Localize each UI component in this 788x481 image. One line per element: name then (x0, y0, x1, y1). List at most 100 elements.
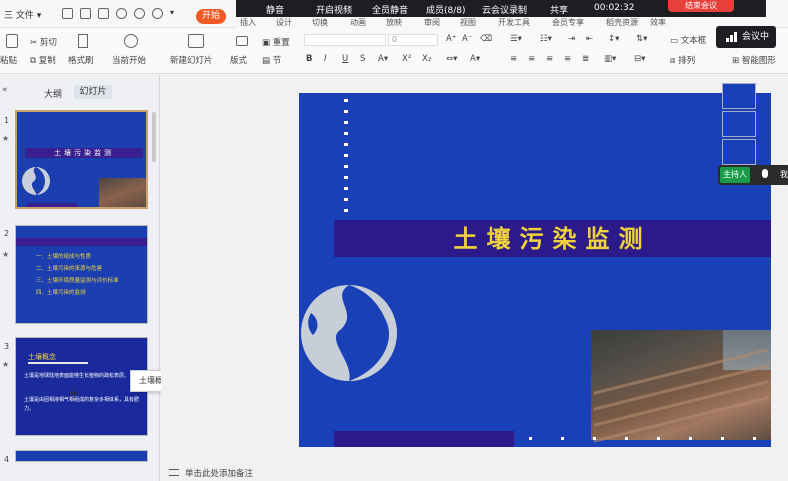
slide-thumbnail-2[interactable]: 一、土壤的组成与性质 二、土壤污染的来源与危害 三、土壤环境质量监测与评价标准 … (15, 225, 148, 324)
tab-slides[interactable]: 幻灯片 (74, 85, 112, 99)
tab-slideshow[interactable]: 放映 (386, 17, 402, 28)
collapse-panel-icon[interactable]: « (2, 85, 8, 95)
notes-placeholder[interactable]: 单击此处添加备注 (185, 467, 253, 479)
play-from-current-label[interactable]: 当前开始 (112, 54, 146, 66)
record-button[interactable]: 云会议录制 (482, 3, 527, 16)
reset-button[interactable]: ▣ 重置 (262, 36, 290, 48)
tab-insert[interactable]: 插入 (240, 17, 256, 28)
print-icon[interactable] (80, 8, 91, 19)
add-slide-icon[interactable]: + (68, 384, 81, 402)
thumb-line: 四、土壤污染的监测 (36, 290, 86, 296)
format-painter-label[interactable]: 格式刷 (68, 54, 94, 66)
tab-animation[interactable]: 动画 (350, 17, 366, 28)
underline-icon[interactable]: U (342, 54, 348, 64)
smart-shape-button[interactable]: ⊞ 智能图形 (732, 54, 776, 66)
tab-transition[interactable]: 切换 (312, 17, 328, 28)
align-left-icon[interactable]: ≡ (510, 54, 517, 64)
line-spacing-icon[interactable]: ↕▾ (608, 34, 619, 44)
align-center-icon[interactable]: ≡ (528, 54, 535, 64)
dotted-line (344, 99, 348, 217)
mute-button[interactable]: 静音 (266, 3, 284, 16)
superscript-icon[interactable]: X² (402, 54, 411, 64)
mute-all-button[interactable]: 全员静音 (372, 3, 408, 16)
save-icon[interactable] (62, 8, 73, 19)
italic-icon[interactable]: I (324, 54, 327, 64)
chevron-down-icon[interactable]: ▾ (170, 8, 181, 19)
distribute-icon[interactable]: ≣ (582, 54, 589, 64)
copy-button[interactable]: ⧉ 复制 (30, 54, 56, 66)
tab-docer[interactable]: 稻壳资源 (606, 17, 638, 28)
decrease-font-icon[interactable]: A⁻ (462, 34, 472, 44)
indent-icon[interactable]: ⇥ (568, 34, 575, 44)
thumb-rule (28, 362, 88, 364)
play-icon[interactable] (124, 34, 138, 48)
text-box-button[interactable]: ▭ 文本框 (670, 34, 706, 46)
start-tab[interactable]: 开始 (196, 9, 226, 24)
share-button[interactable]: 共享 (550, 3, 568, 16)
layout-icon[interactable] (236, 36, 248, 46)
font-color-icon[interactable]: A▾ (378, 54, 388, 64)
thumb-band (16, 238, 147, 246)
tab-developer[interactable]: 开发工具 (498, 17, 530, 28)
cut-button[interactable]: ✂ 剪切 (30, 36, 57, 48)
text-box-label: 文本框 (680, 36, 707, 46)
numbered-list-icon[interactable]: ☷▾ (540, 34, 552, 44)
slide-title[interactable]: 土壤污染监测 (334, 220, 771, 257)
char-spacing-icon[interactable]: ⇔▾ (446, 54, 457, 64)
increase-font-icon[interactable]: A⁺ (446, 34, 456, 44)
members-button[interactable]: 成员(8/8) (426, 3, 466, 16)
current-slide[interactable]: 土壤污染监测 (299, 93, 771, 447)
align-text-icon[interactable]: ⊟▾ (634, 54, 645, 64)
outdent-icon[interactable]: ⇤ (586, 34, 593, 44)
format-painter-icon[interactable] (78, 34, 88, 48)
slide-thumbnail-3[interactable]: 土壤概念 土壤是地球陆地表面能够生长植物的疏松表层。 土壤是由固相液相气相组成的… (15, 337, 148, 436)
redo-icon[interactable] (134, 8, 145, 19)
section-button[interactable]: ▤ 节 (262, 54, 281, 66)
arrange-button[interactable]: ⧈ 排列 (670, 54, 695, 66)
slide-thumbnail-4[interactable] (15, 450, 148, 462)
highlight-icon[interactable]: A▾ (470, 54, 480, 64)
justify-icon[interactable]: ≡ (564, 54, 571, 64)
video-tile[interactable] (722, 111, 756, 137)
bold-icon[interactable]: B (306, 54, 312, 64)
video-button[interactable]: 开启视频 (316, 3, 352, 16)
tab-outline[interactable]: 大纲 (44, 87, 62, 100)
new-slide-icon[interactable] (188, 34, 204, 48)
end-meeting-button[interactable]: 结束会议 (668, 0, 734, 12)
ribbon-tabs: 插入 设计 切换 动画 放映 审阅 视图 开发工具 会员专享 稻壳资源 效率 (236, 17, 768, 28)
file-menu[interactable]: 三 文件 ▾ (4, 8, 41, 21)
refresh-icon[interactable] (152, 8, 163, 19)
align-right-icon[interactable]: ≡ (546, 54, 553, 64)
participant-badge[interactable]: 主持人 我 (718, 165, 788, 185)
bullet-list-icon[interactable]: ☰▾ (510, 34, 522, 44)
tab-review[interactable]: 审阅 (424, 17, 440, 28)
tab-design[interactable]: 设计 (276, 17, 292, 28)
paste-label[interactable]: 粘贴 (0, 54, 17, 66)
layout-label[interactable]: 版式 (230, 54, 247, 66)
shadow-icon[interactable]: S (360, 54, 365, 64)
soil-photo[interactable] (591, 330, 771, 443)
tab-view[interactable]: 视图 (460, 17, 476, 28)
footer-band (334, 431, 514, 447)
meeting-status-badge[interactable]: 会议中 (716, 26, 776, 48)
tab-member[interactable]: 会员专享 (552, 17, 584, 28)
video-tile[interactable] (722, 139, 756, 165)
clear-format-icon[interactable]: ⌫ (480, 34, 492, 44)
text-direction-icon[interactable]: ⇅▾ (636, 34, 647, 44)
signal-icon (726, 32, 738, 42)
dotted-line (529, 437, 769, 440)
paste-icon[interactable] (6, 34, 18, 48)
thumbnail-scrollbar[interactable] (152, 112, 156, 162)
tab-efficiency[interactable]: 效率 (650, 17, 666, 28)
slide-thumbnail-1[interactable]: 土壤污染监测 (15, 110, 148, 209)
new-slide-label[interactable]: 新建幻灯片 (170, 54, 213, 66)
mic-icon[interactable] (762, 169, 768, 178)
notes-bar[interactable]: 单击此处添加备注 (161, 465, 788, 481)
font-name-select[interactable] (304, 34, 386, 46)
video-tile[interactable] (722, 83, 756, 109)
font-size-select[interactable]: 0 (388, 34, 438, 46)
subscript-icon[interactable]: X₂ (422, 54, 431, 64)
preview-icon[interactable] (98, 8, 109, 19)
undo-icon[interactable] (116, 8, 127, 19)
columns-icon[interactable]: ▥▾ (604, 54, 616, 64)
